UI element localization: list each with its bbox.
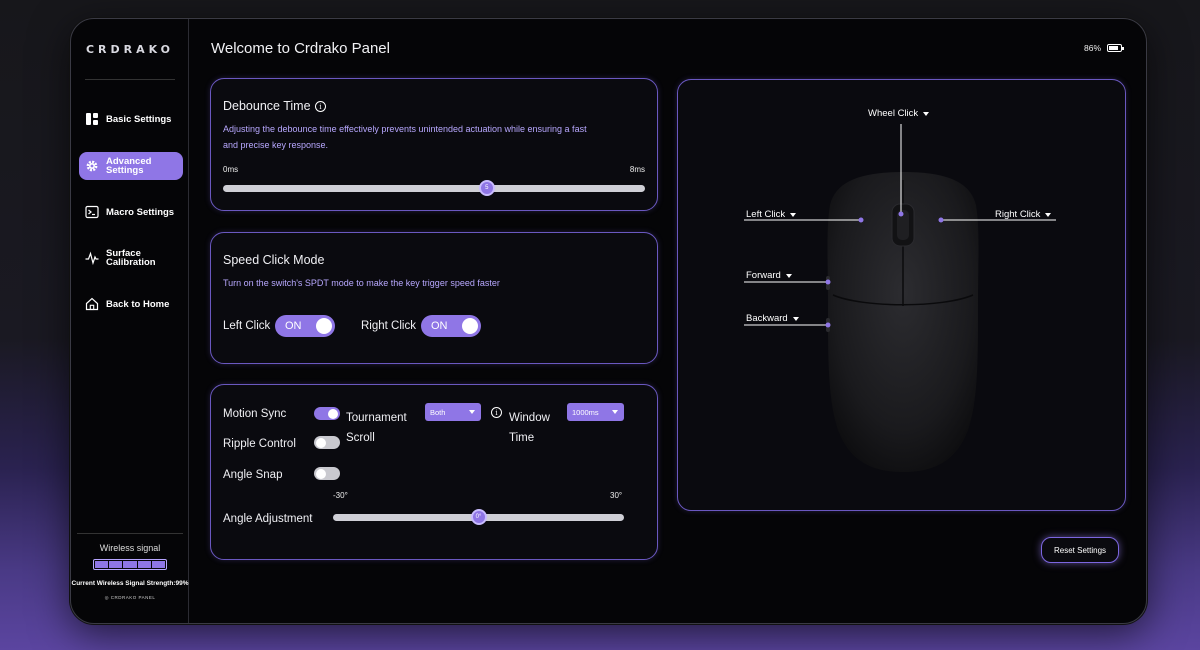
- chevron-down-icon: [792, 316, 799, 321]
- motion-sync-toggle[interactable]: [314, 407, 340, 420]
- sidebar-item-label: Basic Settings: [106, 113, 172, 125]
- info-icon[interactable]: i: [491, 407, 502, 418]
- sidebar-item-back-to-home[interactable]: Back to Home: [79, 290, 183, 318]
- left-click-callout[interactable]: Left Click: [746, 209, 797, 220]
- terminal-icon: [85, 205, 99, 219]
- sidebar-item-advanced-settings[interactable]: Advanced Settings: [79, 152, 183, 180]
- sidebar-item-surface-calibration[interactable]: Surface Calibration: [79, 244, 183, 272]
- ripple-control-toggle[interactable]: [314, 436, 340, 449]
- wireless-signal-title: Wireless signal: [99, 543, 161, 553]
- debounce-max-label: 8ms: [629, 165, 645, 174]
- sidebar-item-macro-settings[interactable]: Macro Settings: [79, 198, 183, 226]
- home-icon: [85, 297, 99, 311]
- tournament-scroll-dropdown[interactable]: Both: [425, 403, 481, 421]
- debounce-card: Debounce Time i Adjusting the debounce t…: [210, 78, 658, 211]
- tournament-scroll-label: Tournament Scroll: [346, 412, 407, 444]
- sidebar-item-basic-settings[interactable]: Basic Settings: [79, 105, 183, 133]
- right-click-callout[interactable]: Right Click: [995, 209, 1052, 220]
- sidebar-item-label: Surface Calibration: [106, 248, 156, 268]
- battery-percent: 86%: [1083, 43, 1101, 53]
- speed-click-card: Speed Click Mode Turn on the switch's SP…: [210, 232, 658, 364]
- battery-indicator: 86%: [1083, 43, 1124, 53]
- sidebar-item-label: Back to Home: [106, 298, 170, 310]
- debounce-title: Debounce Time: [223, 99, 311, 113]
- speed-click-description: Turn on the switch's SPDT mode to make t…: [223, 278, 500, 288]
- window-time-dropdown[interactable]: 1000ms: [567, 403, 624, 421]
- signal-strength-text: Current Wireless Signal Strength:99%: [71, 580, 189, 587]
- motion-settings-card: Motion Sync Tournament Scroll Both i Wind…: [210, 384, 658, 560]
- sidebar: CRDRAKO Basic Settings Advanced Settings…: [71, 19, 189, 623]
- info-icon[interactable]: i: [315, 101, 326, 112]
- gear-icon: [85, 159, 99, 173]
- angle-max-label: 30°: [610, 491, 623, 500]
- wheel-click-callout[interactable]: Wheel Click: [868, 108, 930, 119]
- chevron-down-icon: [612, 410, 618, 414]
- right-click-label: Right Click: [361, 320, 416, 332]
- page-title: Welcome to Crdrako Panel: [211, 40, 390, 57]
- mouse-preview-panel: Wheel Click Left Click Right Click Forwa…: [677, 79, 1126, 511]
- brand-footer: ◎ CRDRAKO PANEL: [104, 595, 156, 600]
- reset-settings-button[interactable]: Reset Settings: [1041, 537, 1119, 563]
- mouse-illustration: [744, 124, 1056, 472]
- chevron-down-icon: [469, 410, 475, 414]
- right-click-toggle[interactable]: ON: [421, 315, 481, 337]
- angle-adjustment-label: Angle Adjustment: [223, 513, 313, 525]
- debounce-slider-thumb[interactable]: 5: [478, 180, 495, 196]
- left-click-label: Left Click: [223, 320, 271, 332]
- debounce-min-label: 0ms: [223, 165, 239, 174]
- sidebar-item-label: Macro Settings: [106, 206, 175, 218]
- signal-divider: [77, 533, 183, 534]
- motion-sync-label: Motion Sync: [223, 408, 287, 420]
- backward-callout[interactable]: Backward: [746, 313, 799, 324]
- chevron-down-icon: [923, 111, 930, 116]
- pulse-icon: [85, 251, 99, 265]
- ripple-control-label: Ripple Control: [223, 438, 296, 450]
- app-logo: CRDRAKO: [85, 43, 175, 56]
- logo-divider: [85, 79, 175, 80]
- grid-icon: [85, 112, 99, 126]
- speed-click-title: Speed Click Mode: [223, 253, 325, 267]
- window-time-label: Window Time: [509, 412, 550, 444]
- left-click-toggle[interactable]: ON: [275, 315, 335, 337]
- chevron-down-icon: [790, 212, 797, 217]
- angle-slider-thumb[interactable]: 0°: [470, 509, 487, 525]
- debounce-slider-track[interactable]: [223, 185, 645, 192]
- signal-strength-bar: [93, 559, 167, 570]
- battery-icon: [1107, 44, 1124, 52]
- sidebar-item-label: Advanced Settings: [106, 156, 152, 176]
- angle-min-label: -30°: [333, 491, 348, 500]
- angle-snap-label: Angle Snap: [223, 469, 283, 481]
- chevron-down-icon: [785, 273, 792, 278]
- app-window: CRDRAKO Basic Settings Advanced Settings…: [70, 18, 1147, 624]
- chevron-down-icon: [1045, 212, 1052, 217]
- angle-snap-toggle[interactable]: [314, 467, 340, 480]
- debounce-description: Adjusting the debounce time effectively …: [223, 124, 587, 150]
- forward-callout[interactable]: Forward: [746, 270, 792, 281]
